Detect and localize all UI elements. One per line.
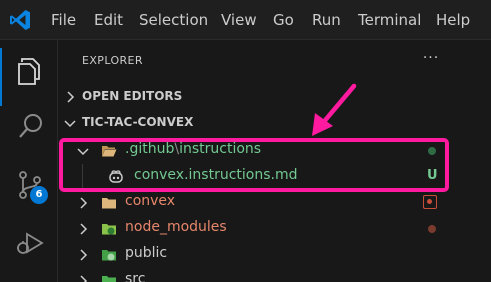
git-status-dot xyxy=(428,225,436,233)
chevron-down-icon xyxy=(64,120,76,128)
activity-bar: 6 xyxy=(0,40,58,282)
source-control-badge: 6 xyxy=(30,186,48,204)
chevron-right-icon xyxy=(80,223,88,235)
chevron-right-icon xyxy=(80,249,88,261)
menu-run[interactable]: Run xyxy=(312,0,341,40)
folder-name: src xyxy=(125,271,146,282)
workspace-label: TIC-TAC-CONVEX xyxy=(82,115,194,129)
active-indicator xyxy=(0,48,2,106)
run-debug-icon[interactable] xyxy=(15,228,45,258)
folder-icon xyxy=(102,198,116,209)
folder-name: node_modules xyxy=(125,219,227,235)
workspace-section[interactable]: TIC-TAC-CONVEX xyxy=(58,110,491,136)
src-folder-icon xyxy=(102,276,116,282)
node-folder-icon xyxy=(102,224,116,235)
folder-name: convex xyxy=(125,193,176,209)
menu-view[interactable]: View xyxy=(221,0,257,40)
public-folder-icon xyxy=(102,250,116,261)
menu-help[interactable]: Help xyxy=(436,0,470,40)
search-icon[interactable] xyxy=(17,112,45,140)
open-editors-section[interactable]: OPEN EDITORS xyxy=(58,84,491,110)
chevron-right-icon xyxy=(80,275,88,282)
menu-selection[interactable]: Selection xyxy=(139,0,208,40)
vscode-logo-icon xyxy=(10,10,30,30)
menu-go[interactable]: Go xyxy=(273,0,294,40)
chevron-right-icon xyxy=(80,197,88,209)
tree-item-src[interactable]: src xyxy=(58,268,491,282)
more-actions-icon[interactable]: ··· xyxy=(419,50,443,70)
annotation-arrow-icon xyxy=(312,83,357,136)
explorer-icon[interactable] xyxy=(16,56,42,86)
vscode-window: File Edit Selection View Go Run Terminal… xyxy=(0,0,491,282)
tree-item-convex[interactable]: convex xyxy=(58,190,491,216)
menu-file[interactable]: File xyxy=(51,0,76,40)
menu-terminal[interactable]: Terminal xyxy=(358,0,421,40)
git-status-square-icon xyxy=(423,195,437,209)
folder-name: public xyxy=(125,245,168,261)
open-editors-label: OPEN EDITORS xyxy=(82,89,183,103)
annotation-highlight-box xyxy=(59,138,449,192)
menu-bar: File Edit Selection View Go Run Terminal… xyxy=(0,0,491,40)
menu-edit[interactable]: Edit xyxy=(94,0,123,40)
explorer-title: EXPLORER xyxy=(82,54,143,67)
tree-item-public[interactable]: public xyxy=(58,242,491,268)
chevron-right-icon xyxy=(67,91,75,103)
tree-item-node-modules[interactable]: node_modules xyxy=(58,216,491,242)
